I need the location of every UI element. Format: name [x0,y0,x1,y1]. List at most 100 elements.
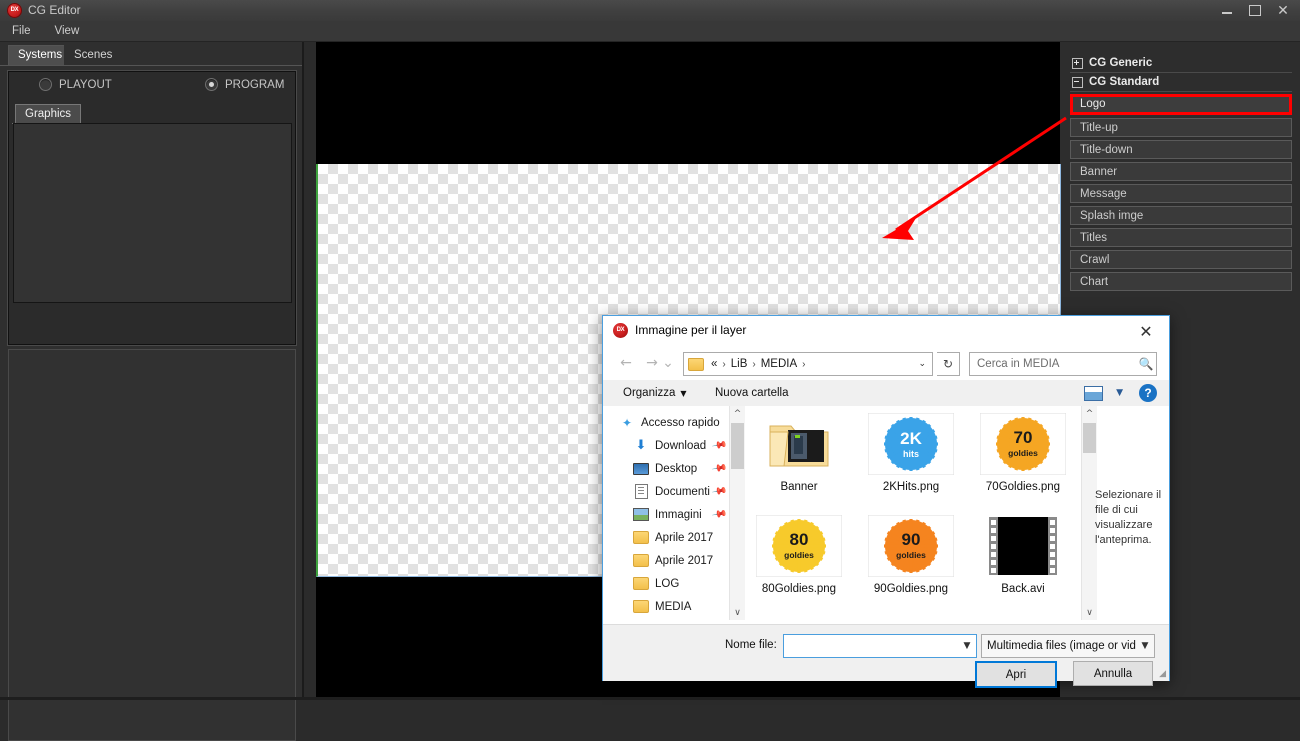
window-controls: ✕ [1214,0,1296,21]
breadcrumb-lib[interactable]: LiB [730,358,749,370]
cg-item-logo[interactable]: Logo [1070,94,1292,115]
star-icon: ✦ [621,415,633,430]
maximize-button[interactable] [1242,1,1268,20]
help-icon[interactable]: ? [1139,384,1157,402]
breadcrumb-root[interactable]: « [710,358,718,370]
file-item-90goldies[interactable]: 90 goldies 90Goldies.png [855,512,967,614]
preview-placeholder-text: Selezionare il file di cui visualizzare … [1095,489,1162,546]
forward-button[interactable]: → [641,352,663,374]
dialog-close-button[interactable]: ✕ [1123,316,1169,346]
open-button[interactable]: Apri [975,661,1057,688]
file-item-2khits[interactable]: 2K hits 2KHits.png [855,410,967,512]
file-name: 70Goldies.png [985,481,1061,493]
menu-view[interactable]: View [43,21,92,41]
forward-arrow-icon: → [646,355,658,371]
filename-label: Nome file: [725,639,777,651]
dialog-buttons: Apri Annulla [975,661,1153,688]
tab-graphics[interactable]: Graphics [15,104,82,123]
file-list: Banner 2K hits 2KHits.png 70 goldies 70G… [743,410,1079,620]
radio-program[interactable]: PROGRAM [205,78,284,91]
breadcrumb[interactable]: « › LiB › MEDIA › ⌄ [683,352,933,376]
dialog-sidebar: ✦ Accesso rapido ⬇ Download 📌 Desktop 📌 … [611,411,733,619]
folder-icon [688,357,704,371]
sidebar-item-aprile-2017-a[interactable]: Aprile 2017 [611,526,733,549]
cg-item-title-up[interactable]: Title-up [1070,118,1292,137]
tab-scenes[interactable]: Scenes [64,45,123,65]
output-radio-group: PLAYOUT PROGRAM [9,78,295,102]
cg-item-splash-image[interactable]: Splash imge [1070,206,1292,225]
cg-item-message[interactable]: Message [1070,184,1292,203]
pictures-icon [633,508,649,521]
file-name: 90Goldies.png [873,583,949,595]
breadcrumb-separator-2: › [752,358,756,370]
badge-bottom-text: goldies [1008,448,1038,458]
tab-systems[interactable]: Systems [8,45,73,65]
sidebar-item-download[interactable]: ⬇ Download 📌 [611,434,733,457]
sidebar-item-immagini[interactable]: Immagini 📌 [611,503,733,526]
pin-icon: 📌 [710,437,728,454]
filename-input[interactable] [784,639,958,653]
file-item-banner[interactable]: Banner [743,410,855,512]
systems-box: PLAYOUT PROGRAM Graphics [8,71,296,345]
image-thumbnail: 2K hits [868,410,954,478]
sidebar-item-log[interactable]: LOG [611,572,733,595]
dialog-app-icon: DX [613,323,628,338]
sidebar-item-label: Desktop [655,462,698,475]
search-input[interactable] [970,357,1136,371]
radio-playout[interactable]: PLAYOUT [39,78,112,91]
cg-item-crawl[interactable]: Crawl [1070,250,1292,269]
organize-button[interactable]: Organizza ▼ [615,380,695,406]
radio-playout-label: PLAYOUT [59,78,112,91]
breadcrumb-separator-3: › [802,358,806,370]
sidebar-item-label: MEDIA [655,600,692,613]
view-layout-icon[interactable] [1084,386,1103,401]
graphics-list[interactable] [13,123,292,303]
file-open-dialog: DX Immagine per il layer ✕ ← → ⌄ ↑ « › L… [602,315,1170,688]
sidebar-item-accesso-rapido[interactable]: ✦ Accesso rapido [611,411,733,434]
recent-locations-button[interactable]: ⌄ [661,352,675,374]
sidebar-item-aprile-2017-b[interactable]: Aprile 2017 [611,549,733,572]
cg-group-standard[interactable]: CG Standard [1070,73,1292,92]
dialog-footer: Nome file: ▼ Multimedia files (image or … [603,624,1169,688]
new-folder-button[interactable]: Nuova cartella [707,380,797,406]
desktop-icon [633,462,649,475]
file-item-80goldies[interactable]: 80 goldies 80Goldies.png [743,512,855,614]
filename-field[interactable]: ▼ [783,634,977,658]
close-button[interactable]: ✕ [1270,1,1296,20]
breadcrumb-dropdown-icon[interactable]: ⌄ [918,359,932,369]
badge-top-text: 90 [902,530,921,549]
file-name: Back.avi [1001,583,1045,595]
back-arrow-icon: ← [620,355,632,371]
cg-group-generic[interactable]: CG Generic [1070,54,1292,73]
resize-grip-icon[interactable]: ◢ [1159,669,1166,679]
chevron-down-icon[interactable]: ▼ [958,641,976,651]
breadcrumb-media[interactable]: MEDIA [760,358,798,370]
cg-item-chart[interactable]: Chart [1070,272,1292,291]
filetype-select[interactable]: Multimedia files (image or vide ▼ [981,634,1155,658]
refresh-button[interactable]: ↻ [937,352,960,376]
badge-top-text: 2K [900,429,922,448]
chevron-down-icon: ▼ [1141,641,1149,651]
file-item-back-avi[interactable]: Back.avi [967,512,1079,614]
back-button[interactable]: ← [615,352,637,374]
cg-item-title-down[interactable]: Title-down [1070,140,1292,159]
window-title: CG Editor [28,3,81,17]
cancel-button[interactable]: Annulla [1073,661,1153,686]
badge-bottom-text: goldies [896,550,926,560]
search-box[interactable]: 🔍 [969,352,1157,376]
sidebar-item-documenti[interactable]: Documenti 📌 [611,480,733,503]
view-dropdown-icon[interactable]: ▼ [1116,388,1123,398]
cg-item-banner[interactable]: Banner [1070,162,1292,181]
file-name: 2KHits.png [882,481,940,493]
pin-icon: 📌 [710,506,728,523]
sidebar-item-desktop[interactable]: Desktop 📌 [611,457,733,480]
cg-item-titles[interactable]: Titles [1070,228,1292,247]
left-lower-panel [8,349,296,741]
menu-file[interactable]: File [0,21,43,41]
file-item-70goldies[interactable]: 70 goldies 70Goldies.png [967,410,1079,512]
chevron-down-icon: ▼ [680,389,687,398]
sidebar-item-media[interactable]: MEDIA [611,595,733,618]
graphics-tab-row: Graphics [12,104,292,124]
minimize-icon [1222,12,1232,14]
minimize-button[interactable] [1214,1,1240,20]
